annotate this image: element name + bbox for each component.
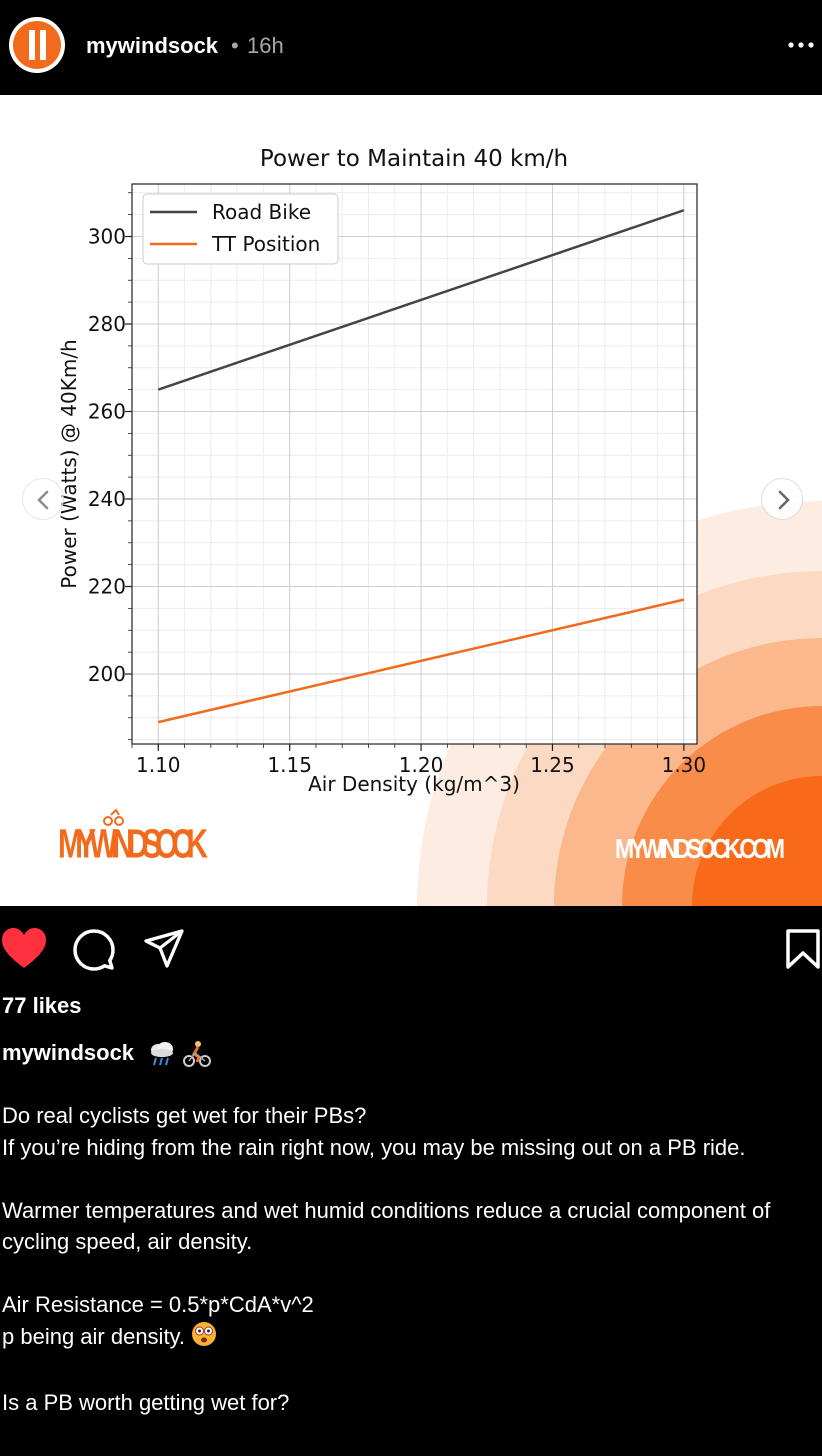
next-image-button[interactable] xyxy=(761,478,803,520)
logo-wordmark: MYWINDSOCK xyxy=(58,821,208,866)
astonished-face-emoji-icon xyxy=(191,1321,217,1356)
chart-legend: Road Bike TT Position xyxy=(142,193,339,265)
x-axis-label: Air Density (kg/m^3) xyxy=(308,772,520,796)
post-time[interactable]: 16h xyxy=(247,33,284,59)
air-density-chart: 1.10 1.15 1.20 1.25 1.30200220240260280300 P… xyxy=(57,146,822,906)
y-tick-label: 220 xyxy=(88,575,126,599)
action-bar xyxy=(0,920,822,980)
post-header: mywindsock • 16h xyxy=(0,0,822,92)
rain-cloud-emoji-icon xyxy=(148,1040,176,1068)
caption-line: Air Resistance = 0.5*p*CdA*v^2 xyxy=(2,1292,314,1317)
chevron-right-icon xyxy=(778,490,790,510)
windsock-logo-icon xyxy=(13,21,61,69)
caption-line: Is a PB worth getting wet for? xyxy=(2,1389,290,1415)
y-tick-label: 260 xyxy=(88,400,126,424)
likes-count[interactable]: 77 likes xyxy=(2,993,82,1019)
chart-title: Power to Maintain 40 km/h xyxy=(260,146,568,172)
caption-line: If you’re hiding from the rain right now… xyxy=(2,1134,746,1160)
mywindsock-logo: MYWINDSOCK xyxy=(58,808,208,867)
post-image[interactable]: 1.10 1.15 1.20 1.25 1.30 200 220 240 260 280 300 P… xyxy=(0,95,822,906)
y-tick-label: 200 xyxy=(88,662,126,686)
x-tick-label: 1.30 xyxy=(662,753,707,777)
heart-icon[interactable] xyxy=(1,928,47,975)
y-tick-label: 300 xyxy=(88,225,126,249)
caption-line: Do real cyclists get wet for their PBs? xyxy=(2,1103,367,1128)
chevron-left-icon xyxy=(37,490,49,510)
legend-label-road: Road Bike xyxy=(212,200,311,224)
y-axis-label: Power (Watts) @ 40Km/h xyxy=(57,339,81,588)
bookmark-icon[interactable] xyxy=(785,928,821,975)
x-tick-label: 1.25 xyxy=(530,753,575,777)
previous-image-button[interactable] xyxy=(22,478,64,520)
avatar[interactable] xyxy=(9,17,65,73)
x-tick-label: 1.15 xyxy=(267,753,312,777)
x-tick-label: 1.10 xyxy=(136,753,181,777)
y-tick-label: 280 xyxy=(88,312,126,336)
website-url: MYWINDSOCK.COM xyxy=(615,834,785,864)
separator-dot: • xyxy=(231,33,239,58)
caption-line: Warmer temperatures and wet humid condit… xyxy=(2,1197,771,1255)
more-icon[interactable] xyxy=(785,28,817,60)
legend-label-tt: TT Position xyxy=(211,232,320,256)
y-tick-label: 240 xyxy=(88,487,126,511)
caption-line: p being air density. xyxy=(2,1321,802,1356)
post-username[interactable]: mywindsock xyxy=(86,33,218,59)
cyclist-emoji-icon xyxy=(183,1040,211,1068)
caption-username[interactable]: mywindsock xyxy=(2,1040,134,1066)
comment-icon[interactable] xyxy=(72,928,116,977)
caption-text: Do real cyclists get wet for their PBs? … xyxy=(2,1100,802,1418)
share-icon[interactable] xyxy=(143,928,185,975)
